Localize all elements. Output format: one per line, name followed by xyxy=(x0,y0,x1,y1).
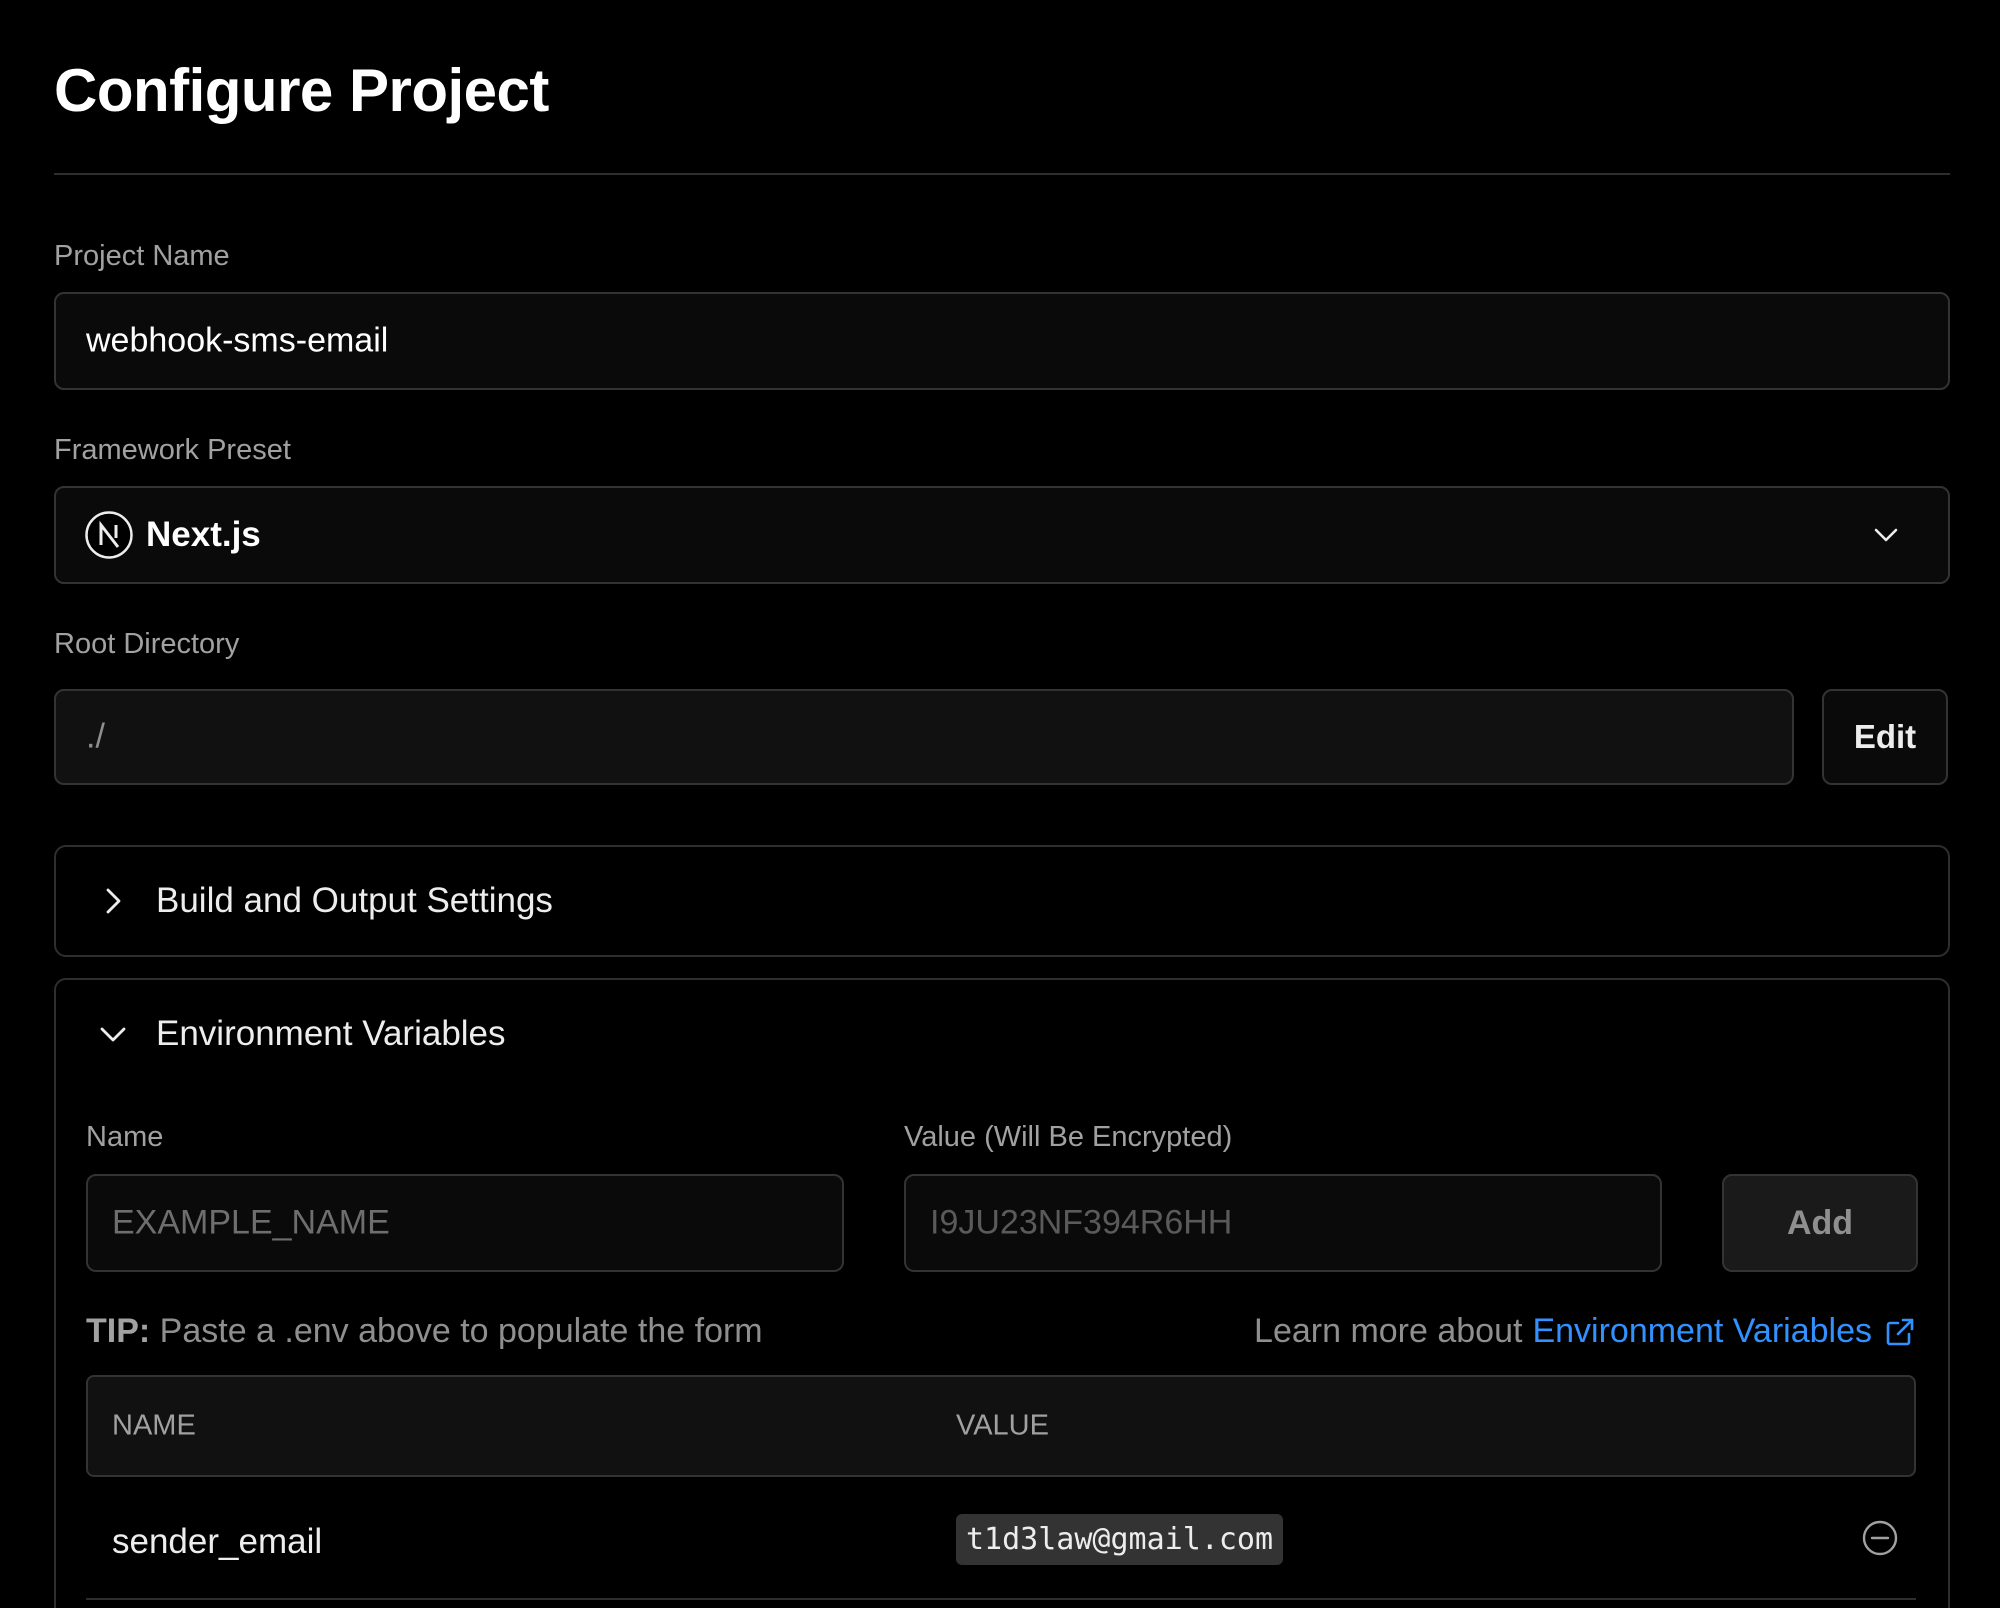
external-link-icon[interactable] xyxy=(1884,1316,1916,1348)
environment-variables-docs-link[interactable]: Environment Variables xyxy=(1532,1312,1872,1351)
edit-root-directory-button[interactable]: Edit xyxy=(1822,689,1948,785)
project-name-input[interactable]: webhook-sms-email xyxy=(54,292,1950,390)
env-value-placeholder: I9JU23NF394R6HH xyxy=(930,1203,1233,1242)
project-name-label: Project Name xyxy=(54,240,230,272)
project-name-value: webhook-sms-email xyxy=(86,321,389,360)
env-name-input[interactable]: EXAMPLE_NAME xyxy=(86,1174,844,1272)
root-directory-value: ./ xyxy=(86,717,105,756)
root-directory-input[interactable]: ./ xyxy=(54,689,1794,785)
env-name-placeholder: EXAMPLE_NAME xyxy=(112,1203,390,1242)
page-title: Configure Project xyxy=(54,57,549,124)
nextjs-logo-icon xyxy=(85,511,133,559)
env-value-label: Value (Will Be Encrypted) xyxy=(904,1121,1233,1153)
tip-text: Paste a .env above to populate the form xyxy=(150,1312,763,1350)
tip-prefix: TIP: xyxy=(86,1312,151,1350)
chevron-down-icon xyxy=(100,1027,126,1042)
root-directory-label: Root Directory xyxy=(54,628,240,660)
remove-circle-icon[interactable] xyxy=(1860,1518,1900,1558)
env-row-name: sender_email xyxy=(112,1522,323,1561)
build-output-settings-label: Build and Output Settings xyxy=(156,881,553,920)
chevron-down-icon xyxy=(1874,528,1898,542)
column-header-name: NAME xyxy=(112,1409,196,1442)
environment-variables-header[interactable]: Environment Variables xyxy=(96,1014,506,1054)
column-header-value: VALUE xyxy=(956,1409,1049,1442)
learn-more-prefix: Learn more about xyxy=(1254,1312,1523,1350)
build-output-settings-section[interactable]: Build and Output Settings xyxy=(54,845,1950,957)
env-value-input[interactable]: I9JU23NF394R6HH xyxy=(904,1174,1662,1272)
configure-project-page: Configure Project Project Name webhook-s… xyxy=(0,0,2000,1608)
env-tip: TIP: Paste a .env above to populate the … xyxy=(86,1312,763,1351)
add-env-var-button[interactable]: Add xyxy=(1722,1174,1918,1272)
env-row-value: t1d3law@gmail.com xyxy=(956,1514,1284,1565)
learn-more: Learn more about Environment Variables xyxy=(1254,1312,1916,1351)
framework-preset-label: Framework Preset xyxy=(54,434,291,466)
env-name-label: Name xyxy=(86,1121,164,1153)
chevron-right-icon xyxy=(106,888,121,914)
row-divider xyxy=(86,1598,1916,1600)
environment-variables-label: Environment Variables xyxy=(156,1014,506,1053)
title-divider xyxy=(54,173,1950,175)
env-table-header: NAME VALUE xyxy=(86,1375,1916,1477)
build-output-settings-header[interactable]: Build and Output Settings xyxy=(96,881,553,921)
framework-preset-select[interactable]: Next.js xyxy=(54,486,1950,584)
framework-preset-value: Next.js xyxy=(146,515,261,554)
